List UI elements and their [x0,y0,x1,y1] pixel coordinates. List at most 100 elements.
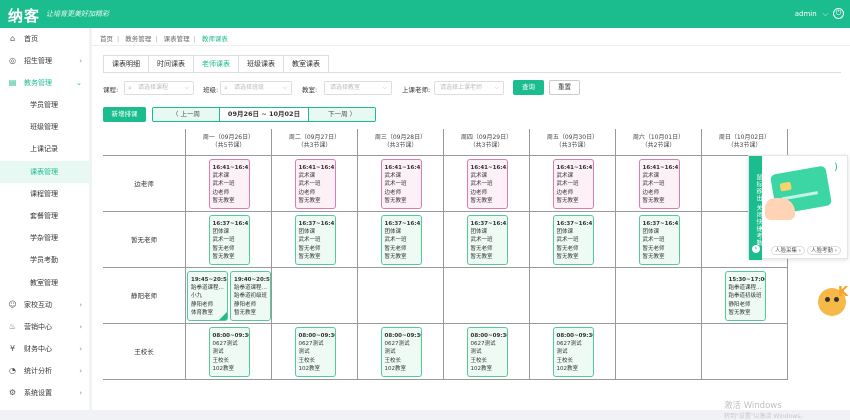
lesson-class: 武术一班 [298,237,321,244]
add-schedule-button[interactable]: 新增排课 [103,107,146,122]
tab-time-schedule[interactable]: 时间课表 [148,55,193,73]
chevron-right-icon[interactable]: › [752,245,760,253]
sidebar-item-settings[interactable]: ⚙ 系统设置 › [0,382,89,404]
lesson-teacher: 暂无老师 [470,245,493,252]
lesson-card[interactable]: 08:00~09:30 0627测试 测试 王校长 102教室 [552,327,594,377]
lesson-card[interactable]: 19:40~20:59 跆拳道课程… 跆拳道初级班 静阳老师 暂无教室 [230,271,271,321]
lesson-card[interactable]: 08:00~09:30 0627测试 测试 王校长 102教室 [294,327,336,377]
lesson-card[interactable]: 16:37~16:41 团体课 武术一班 暂无老师 暂无教室 [294,215,336,265]
lesson-card[interactable]: 16:37~16:41 团体课 武术一班 暂无老师 暂无教室 [208,215,250,265]
sidebar-item-home[interactable]: ⌂ 首页 [0,28,89,50]
lesson-card[interactable]: 16:41~16:41 武术课 武术一班 边老师 暂无教室 [208,159,250,209]
tab-class-schedule[interactable]: 班级课表 [238,55,283,73]
sidebar-item-label: 营销中心 [24,323,52,331]
lesson-card[interactable]: 16:41~16:41 武术课 武术一班 边老师 暂无教室 [638,159,680,209]
schedule-cell[interactable] [444,268,530,324]
lesson-card[interactable]: 19:45~20:59 跆拳道课程… 小九 静阳老师 体育教室 [187,271,228,321]
schedule-cell[interactable] [358,268,444,324]
lesson-card[interactable]: 16:37~16:41 团体课 武术一班 暂无老师 暂无教室 [552,215,594,265]
sidebar-subitem[interactable]: 上课记录 [0,138,89,160]
lesson-card[interactable]: 08:00~09:30 0627测试 测试 王校长 102教室 [208,327,250,377]
breadcrumb-academic[interactable]: 教务管理 [125,35,151,43]
lesson-card[interactable]: 08:00~09:30 0627测试 测试 王校长 102教室 [466,327,508,377]
lesson-teacher: 暂无老师 [298,245,321,252]
breadcrumb-home[interactable]: 首页 [100,35,113,43]
lesson-class: 武术一班 [384,181,407,188]
lesson-classroom: 暂无教室 [212,253,235,260]
sidebar-item-marketing[interactable]: ♨ 营销中心 › [0,316,89,338]
face-attendance-button[interactable]: 人脸考勤 › [807,246,841,255]
course-select[interactable]: ⌕ 请选择课程 ⌵ [124,81,194,95]
lesson-card[interactable]: 16:41~16:41 武术课 武术一班 边老师 暂无教室 [380,159,422,209]
prev-week-button[interactable]: 〈 上一周 [153,108,219,121]
chevron-icon: › [79,345,82,353]
chevron-down-icon: ⌵ [282,84,287,91]
power-icon[interactable]: ⏻ [833,8,844,19]
lesson-card[interactable]: 16:41~16:41 武术课 武术一班 边老师 暂无教室 [552,159,594,209]
lesson-class: 武术一班 [556,237,579,244]
lesson-course: 0627测试 [212,341,238,348]
lesson-class: 测试 [470,349,482,356]
schedule-cell[interactable] [702,324,788,380]
next-week-button[interactable]: 下一周 〉 [309,108,375,121]
schedule-cell[interactable] [616,324,702,380]
lesson-card[interactable]: 16:37~16:41 团体课 武术一班 暂无老师 暂无教室 [380,215,422,265]
sidebar-item-home-school[interactable]: ☺ 家校互动 › [0,294,89,316]
lesson-time: 16:41~16:41 [556,165,594,171]
day-lesson-count: （共3节课） [727,142,762,149]
sidebar-subitem[interactable]: 学员管理 [0,94,89,116]
sidebar-subitem[interactable]: 课程管理 [0,183,89,205]
schedule-cell[interactable] [530,268,616,324]
lesson-course: 武术课 [384,173,402,180]
sidebar-subitem[interactable]: 学员考勤 [0,249,89,271]
app-logo[interactable]: 纳客 [8,5,40,26]
windows-activation-hint: 转到"设置"以激活 Windows。 [724,413,807,420]
lesson-time: 16:37~16:41 [470,221,508,227]
classroom-select[interactable]: 请选择教室 ⌵ [324,81,392,95]
lesson-card[interactable]: 16:41~16:41 武术课 武术一班 边老师 暂无教室 [294,159,336,209]
lesson-card[interactable]: 16:41~16:41 武术课 武术一班 边老师 暂无教室 [466,159,508,209]
tab-teacher-schedule[interactable]: 老师课表 [193,55,238,73]
lesson-teacher: 暂无老师 [212,245,235,252]
edit-corner-icon[interactable] [219,312,227,320]
breadcrumb-schedule[interactable]: 课表管理 [164,35,190,43]
sidebar-item-statistics[interactable]: ◔ 统计分析 › [0,360,89,382]
lesson-teacher: 暂无老师 [384,245,407,252]
mascot-logo-letter: K [838,285,849,300]
sidebar-item-finance[interactable]: ¥ 财务中心 › [0,338,89,360]
lesson-card[interactable]: 15:30~17:00 跆拳道课程… 跆拳道初级班 静阳老师 暂无教室 [724,271,766,321]
sidebar-item-enrollment[interactable]: ◎ 招生管理 › [0,50,89,72]
teacher-label: 上课老师: [402,86,431,94]
lesson-classroom: 暂无教室 [470,197,493,204]
sidebar-subitem[interactable]: 套餐管理 [0,205,89,227]
lesson-course: 跆拳道课程… [728,285,762,292]
home-icon: ⌂ [9,34,16,43]
class-select[interactable]: ⌕ 请选择班级 ⌵ [220,81,292,95]
tab-classroom-schedule[interactable]: 教室课表 [283,55,329,73]
sidebar-item-academic[interactable]: ▤ 教务管理 ⌄ [0,72,89,94]
sidebar-subitem[interactable]: 教室管理 [0,272,89,294]
breadcrumb-current: 教师课表 [201,35,228,43]
target-icon: ◎ [9,56,16,65]
lesson-card[interactable]: 16:37~16:41 团体课 武术一班 暂无老师 暂无教室 [638,215,680,265]
reset-button[interactable]: 重置 [549,80,580,95]
schedule-cell[interactable] [272,268,358,324]
week-range: 09月26日 ~ 10月02日 [219,108,309,121]
search-icon: ⌕ [224,84,228,92]
lesson-time: 19:45~20:59 [191,277,228,283]
sidebar-subitem[interactable]: 学杂管理 [0,227,89,249]
lesson-card[interactable]: 08:00~09:30 0627测试 测试 王校长 102教室 [380,327,422,377]
face-capture-button[interactable]: 人脸采集 › [771,246,805,255]
sidebar-item-label: 家校互动 [24,301,52,309]
lesson-teacher: 暂无老师 [556,245,579,252]
sidebar-subitem[interactable]: 课表管理 [0,160,89,183]
schedule-cell[interactable] [616,268,702,324]
search-button[interactable]: 查询 [513,80,544,95]
user-menu[interactable]: admin ⌵ [795,10,828,19]
teacher-select[interactable]: 请选择上课老师 ⌵ [434,81,504,95]
lesson-classroom: 暂无教室 [556,253,579,260]
lesson-course: 跆拳道课程… [234,285,268,292]
lesson-card[interactable]: 16:37~16:41 团体课 武术一班 暂无老师 暂无教室 [466,215,508,265]
tab-schedule-detail[interactable]: 课表明细 [103,55,148,73]
sidebar-subitem[interactable]: 班级管理 [0,116,89,138]
